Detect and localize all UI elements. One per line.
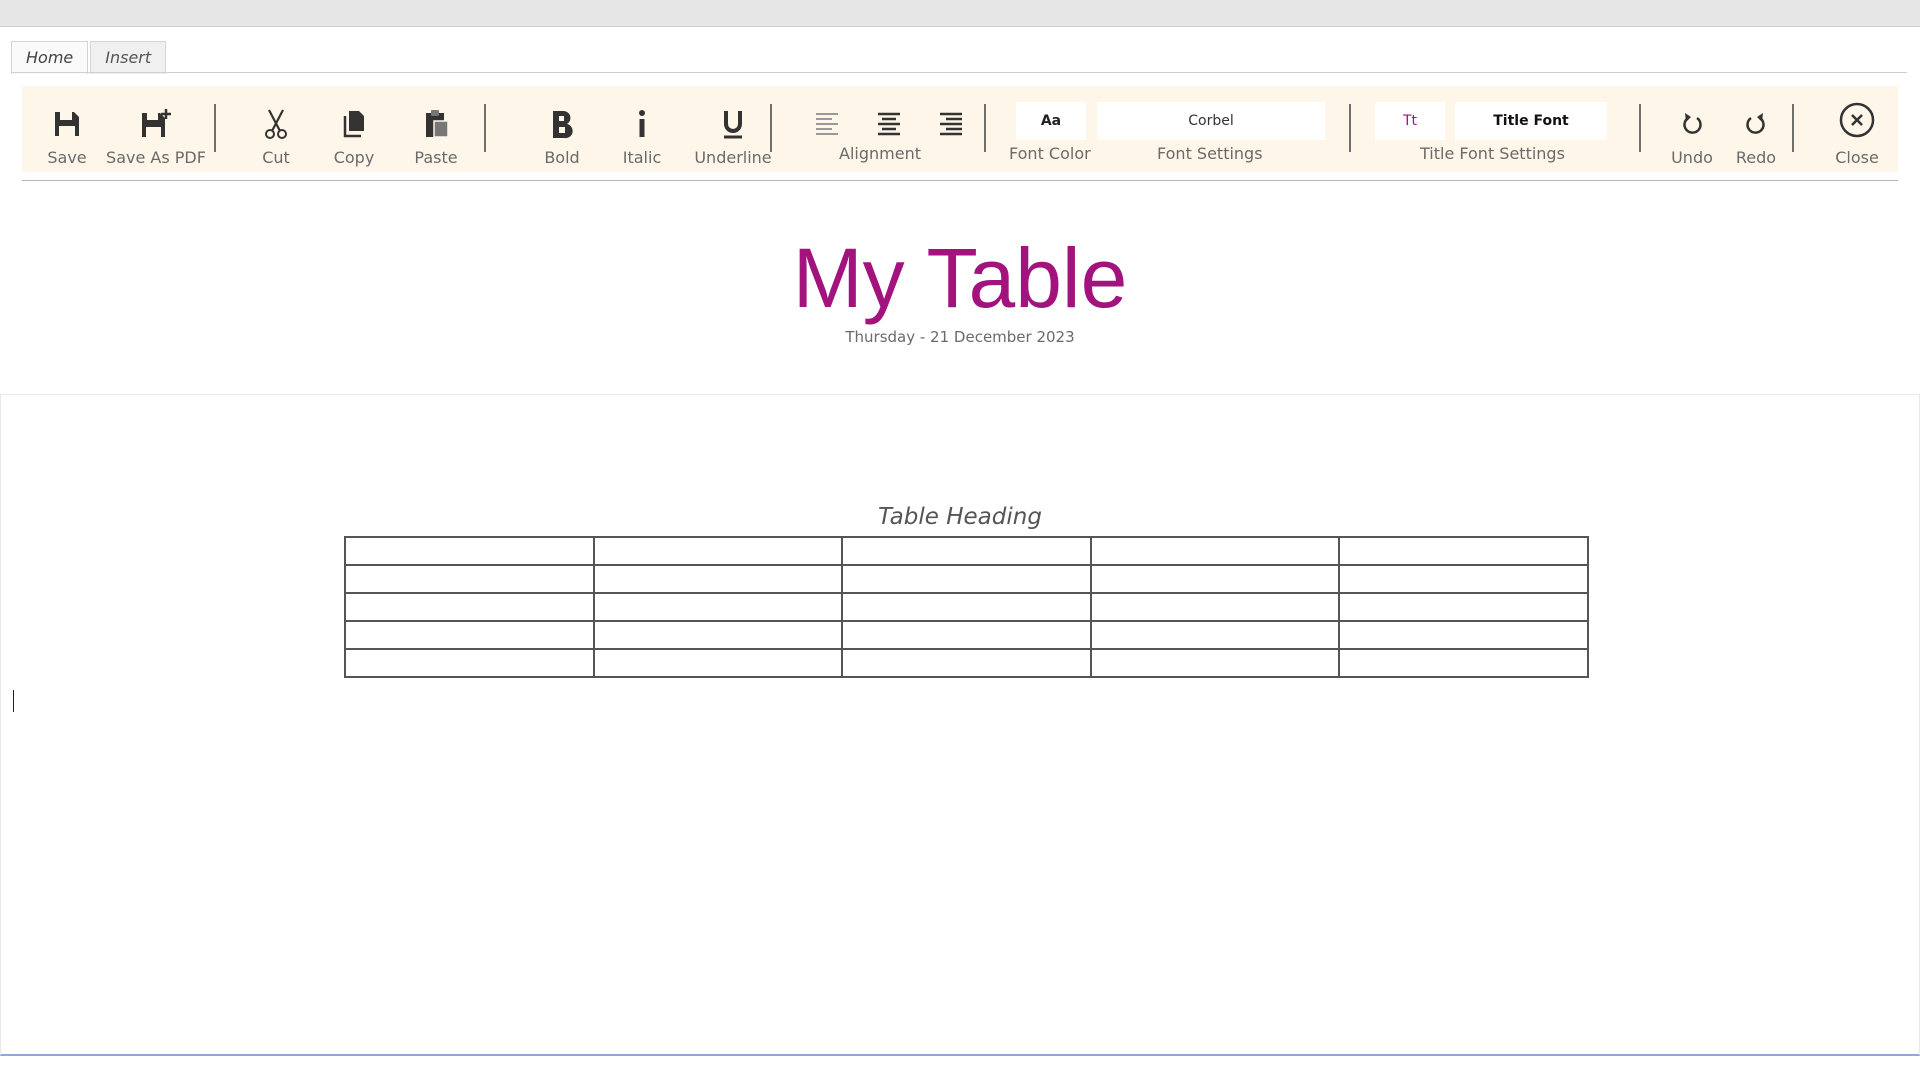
underline-button[interactable]: Underline: [688, 86, 778, 172]
table-cell[interactable]: [1089, 620, 1341, 650]
close-button[interactable]: Close: [1822, 86, 1892, 172]
align-right-icon: [933, 106, 969, 142]
table-cell[interactable]: [841, 536, 1092, 566]
tab-home[interactable]: Home: [11, 41, 89, 74]
table-cell[interactable]: [344, 536, 595, 566]
close-label: Close: [1835, 148, 1879, 167]
table-cell[interactable]: [592, 564, 844, 594]
table-cell[interactable]: [592, 536, 844, 566]
save-button[interactable]: Save: [38, 86, 96, 172]
separator: [1349, 104, 1351, 152]
table-cell[interactable]: [1089, 592, 1341, 622]
italic-button[interactable]: Italic: [612, 86, 672, 172]
separator: [214, 104, 216, 152]
table-cell[interactable]: [592, 592, 844, 622]
title-font-settings-label: Title Font Settings: [1420, 144, 1565, 163]
font-color-label: Font Color: [1009, 144, 1091, 163]
cut-label: Cut: [262, 148, 290, 167]
save-as-pdf-label: Save As PDF: [106, 148, 206, 167]
separator: [984, 104, 986, 152]
table-cell[interactable]: [1338, 648, 1589, 678]
table-cell[interactable]: [841, 564, 1092, 594]
copy-icon: [336, 106, 372, 142]
document-table: [344, 536, 1589, 678]
undo-icon: [1674, 106, 1710, 142]
save-as-pdf-button[interactable]: Save As PDF: [106, 86, 206, 172]
table-cell[interactable]: [1338, 536, 1589, 566]
text-cursor: [13, 690, 14, 712]
ribbon-divider: [22, 180, 1898, 181]
table-cell[interactable]: [1089, 536, 1341, 566]
table-cell[interactable]: [592, 620, 844, 650]
table-row: [344, 592, 1589, 622]
document-title[interactable]: My Table: [0, 228, 1920, 328]
close-icon: [1837, 100, 1877, 140]
table-cell[interactable]: [592, 648, 844, 678]
copy-button[interactable]: Copy: [322, 86, 386, 172]
separator: [1639, 104, 1641, 152]
paste-button[interactable]: Paste: [402, 86, 470, 172]
align-center-icon: [871, 106, 907, 142]
undo-label: Undo: [1671, 148, 1713, 167]
save-label: Save: [47, 148, 87, 167]
bold-icon: [544, 106, 580, 142]
font-settings-label: Font Settings: [1157, 144, 1263, 163]
table-cell[interactable]: [344, 592, 595, 622]
table-cell[interactable]: [1089, 648, 1341, 678]
cut-button[interactable]: Cut: [246, 86, 306, 172]
separator: [484, 104, 486, 152]
table-cell[interactable]: [841, 620, 1092, 650]
table-cell[interactable]: [344, 564, 595, 594]
align-left-icon: [809, 106, 845, 142]
separator: [1792, 104, 1794, 152]
underline-label: Underline: [694, 148, 772, 167]
save-icon: [49, 106, 85, 142]
italic-label: Italic: [622, 148, 662, 167]
table-cell[interactable]: [344, 620, 595, 650]
bold-label: Bold: [544, 148, 580, 167]
table-cell[interactable]: [1338, 564, 1589, 594]
editor-area[interactable]: [0, 394, 1920, 1056]
redo-icon: [1738, 106, 1774, 142]
table-row: [344, 620, 1589, 650]
table-row: [344, 564, 1589, 594]
table-cell[interactable]: [1338, 592, 1589, 622]
font-color-sample[interactable]: Aa: [1016, 102, 1086, 140]
table-row: [344, 648, 1589, 678]
save-as-pdf-icon: [138, 106, 174, 142]
italic-icon: [624, 106, 660, 142]
copy-label: Copy: [333, 148, 375, 167]
title-font-color-sample[interactable]: Tt: [1375, 102, 1445, 140]
window-title-bar: [0, 0, 1920, 27]
underline-icon: [715, 106, 751, 142]
ribbon-toolbar: Save Save As PDF Cut Copy Paste Bold Ita…: [22, 86, 1898, 172]
table-cell[interactable]: [841, 648, 1092, 678]
ribbon-tabs: Home Insert: [11, 41, 168, 74]
bold-button[interactable]: Bold: [532, 86, 592, 172]
paste-label: Paste: [414, 148, 458, 167]
tabs-divider: [11, 72, 1907, 73]
tab-insert[interactable]: Insert: [90, 41, 167, 74]
redo-label: Redo: [1735, 148, 1777, 167]
table-heading[interactable]: Table Heading: [0, 504, 1920, 530]
alignment-label: Alignment: [839, 144, 921, 163]
table-cell[interactable]: [1338, 620, 1589, 650]
table-cell[interactable]: [841, 592, 1092, 622]
paste-icon: [418, 106, 454, 142]
table-cell[interactable]: [1089, 564, 1341, 594]
separator: [770, 104, 772, 152]
font-settings-box[interactable]: Corbel: [1097, 102, 1325, 140]
undo-button[interactable]: Undo: [1662, 86, 1722, 172]
redo-button[interactable]: Redo: [1726, 86, 1786, 172]
table-row: [344, 536, 1589, 566]
title-font-box[interactable]: Title Font: [1455, 102, 1607, 140]
table-cell[interactable]: [344, 648, 595, 678]
align-right-button[interactable]: [926, 86, 976, 172]
document-date: Thursday - 21 December 2023: [845, 328, 1075, 346]
scissors-icon: [258, 106, 294, 142]
